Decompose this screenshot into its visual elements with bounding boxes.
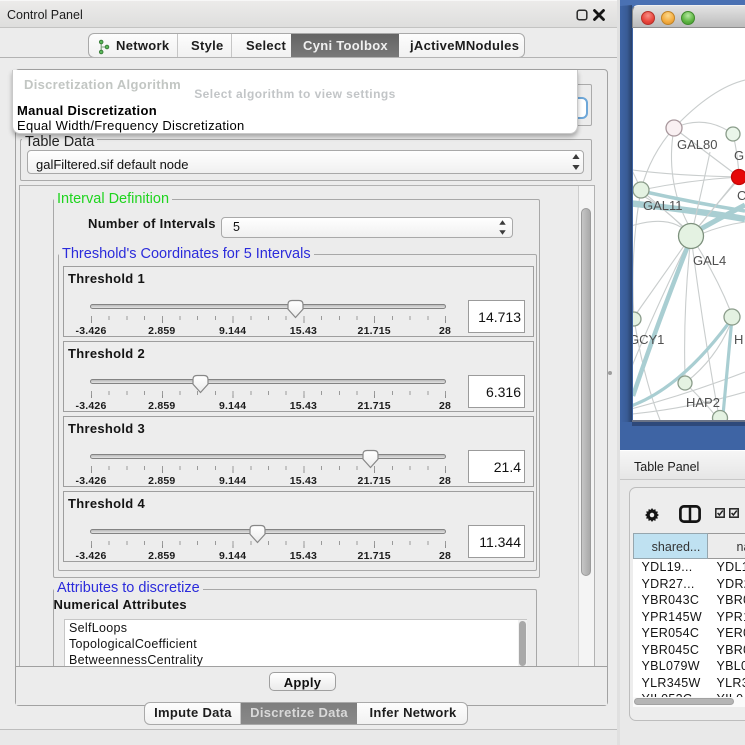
svg-text:C: C [737, 188, 745, 203]
svg-text:GAL4: GAL4 [693, 253, 726, 268]
svg-text:HAP2: HAP2 [686, 395, 720, 410]
svg-text:H: H [734, 332, 743, 347]
svg-text:GAL11: GAL11 [643, 198, 683, 213]
svg-text:GAL80: GAL80 [677, 137, 717, 152]
svg-text:G.: G. [734, 148, 745, 163]
svg-text:GCY1: GCY1 [633, 332, 664, 347]
